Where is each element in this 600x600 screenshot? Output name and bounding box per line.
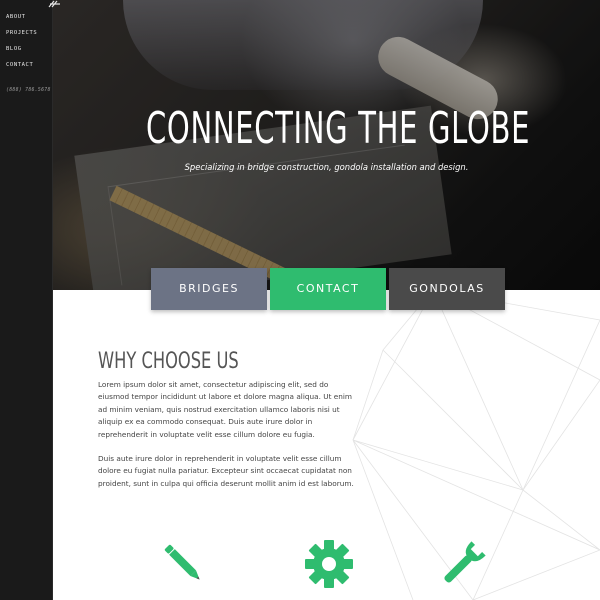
nav-item-blog[interactable]: BLOG xyxy=(6,45,37,61)
tab-gondolas[interactable]: GONDOLAS xyxy=(389,268,505,310)
nav-item-contact[interactable]: CONTACT xyxy=(6,61,37,77)
main-nav: ABOUT PROJECTS BLOG CONTACT xyxy=(6,13,37,77)
sidebar: ABOUT PROJECTS BLOG CONTACT (888) 786.56… xyxy=(0,0,60,600)
logo-icon[interactable] xyxy=(48,0,62,8)
tab-contact[interactable]: CONTACT xyxy=(270,268,386,310)
pencil-icon xyxy=(164,544,200,580)
phone-number[interactable]: (888) 786.5678 xyxy=(6,88,51,93)
section-paragraph-2: Duis aute irure dolor in reprehenderit i… xyxy=(98,454,354,488)
section-title: WHY CHOOSE US xyxy=(98,349,239,374)
hero-title: CONNECTING THE GLOBE xyxy=(145,103,531,154)
hero-subtitle: Specializing in bridge construction, gon… xyxy=(184,162,469,172)
wrench-icon xyxy=(444,541,486,583)
nav-item-about[interactable]: ABOUT xyxy=(6,13,37,29)
gear-icon xyxy=(305,540,353,588)
service-tabs: BRIDGES CONTACT GONDOLAS xyxy=(151,268,505,310)
tab-bridges[interactable]: BRIDGES xyxy=(151,268,267,310)
nav-item-projects[interactable]: PROJECTS xyxy=(6,29,37,45)
hero-banner: CONNECTING THE GLOBE Specializing in bri… xyxy=(53,0,600,290)
section-paragraph-1: Lorem ipsum dolor sit amet, consectetur … xyxy=(98,380,352,439)
